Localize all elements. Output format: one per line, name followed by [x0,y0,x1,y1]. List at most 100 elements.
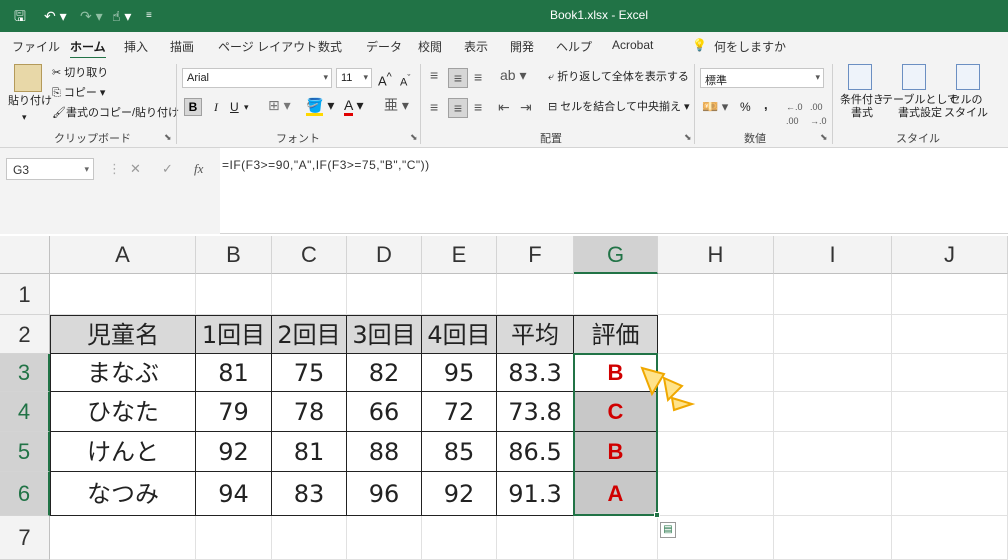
cell-f5[interactable]: 86.5 [497,432,574,472]
conditional-format-icon[interactable] [848,64,872,90]
decrease-decimal-icon[interactable]: .00 →.0 [810,100,827,128]
column-header-a[interactable]: A [50,236,196,274]
underline-button[interactable]: U [230,100,239,114]
cell-g2[interactable]: 評価 [574,315,658,354]
cell-i6[interactable] [774,472,892,516]
cell-d7[interactable] [347,516,422,560]
font-launcher-icon[interactable]: ⬊ [410,132,418,143]
cell-c3[interactable]: 75 [272,354,347,392]
cell-e4[interactable]: 72 [422,392,497,432]
number-launcher-icon[interactable]: ⬊ [820,132,828,143]
cell-g5[interactable]: B [574,432,658,472]
cell-g6[interactable]: A [574,472,658,516]
font-size-select[interactable]: 11 ▾ [336,68,372,88]
cell-e6[interactable]: 92 [422,472,497,516]
row-header-7[interactable]: 7 [0,516,50,560]
cell-a1[interactable] [50,274,196,315]
alignment-launcher-icon[interactable]: ⬊ [684,132,692,143]
cell-f6[interactable]: 91.3 [497,472,574,516]
cell-f2[interactable]: 平均 [497,315,574,354]
orientation-icon[interactable]: ab ▾ [500,68,527,82]
underline-dropdown-icon[interactable]: ▾ [244,100,249,114]
cell-i1[interactable] [774,274,892,315]
column-header-i[interactable]: I [774,236,892,274]
cell-j3[interactable] [892,354,1008,392]
cell-h5[interactable] [658,432,774,472]
column-header-h[interactable]: H [658,236,774,274]
row-header-2[interactable]: 2 [0,315,50,354]
cell-h2[interactable] [658,315,774,354]
cell-j5[interactable] [892,432,1008,472]
align-left-icon[interactable]: ≡ [430,100,438,114]
cell-j4[interactable] [892,392,1008,432]
phonetic-icon[interactable]: 亜 ▾ [384,98,409,112]
cell-b5[interactable]: 92 [196,432,272,472]
paste-dropdown-icon[interactable]: ▾ [22,110,27,124]
column-header-b[interactable]: B [196,236,272,274]
comma-button[interactable]: , [764,98,768,112]
cell-b3[interactable]: 81 [196,354,272,392]
cell-j7[interactable] [892,516,1008,560]
column-header-d[interactable]: D [347,236,422,274]
tab-developer[interactable]: 開発 [510,38,534,55]
cell-g1[interactable] [574,274,658,315]
cell-a4[interactable]: ひなた [50,392,196,432]
cell-d3[interactable]: 82 [347,354,422,392]
cut-button[interactable]: ✂ 切り取り [52,66,108,80]
cell-c1[interactable] [272,274,347,315]
cell-e3[interactable]: 95 [422,354,497,392]
cell-c6[interactable]: 83 [272,472,347,516]
increase-decimal-icon[interactable]: ←.0.00 [786,100,803,128]
bold-button[interactable]: B [184,98,202,116]
decrease-indent-icon[interactable]: ⇤ [498,100,510,114]
cell-e2[interactable]: 4回目 [422,315,497,354]
paste-icon[interactable] [14,64,42,92]
align-top-icon[interactable]: ≡ [430,68,438,82]
cell-c7[interactable] [272,516,347,560]
cell-e1[interactable] [422,274,497,315]
tab-draw[interactable]: 描画 [170,38,194,55]
cell-f4[interactable]: 73.8 [497,392,574,432]
copy-button[interactable]: ⎘ コピー ▾ [52,86,105,100]
cell-j6[interactable] [892,472,1008,516]
paste-button[interactable]: 貼り付け [8,94,52,108]
fill-color-icon[interactable]: 🪣 ▾ [306,97,334,116]
row-header-6[interactable]: 6 [0,472,50,516]
column-header-g[interactable]: G [574,236,658,274]
wrap-text-button[interactable]: ⤶ 折り返して全体を表示する [548,70,689,84]
row-header-3[interactable]: 3 [0,354,50,392]
italic-button[interactable]: I [214,100,218,114]
cell-f1[interactable] [497,274,574,315]
cell-b2[interactable]: 1回目 [196,315,272,354]
tab-review[interactable]: 校閲 [418,38,442,55]
column-header-j[interactable]: J [892,236,1008,274]
clipboard-launcher-icon[interactable]: ⬊ [164,132,172,143]
currency-icon[interactable]: 💴 ▾ [702,100,728,114]
cell-f7[interactable] [497,516,574,560]
cell-i7[interactable] [774,516,892,560]
borders-icon[interactable]: ⊞ ▾ [268,98,291,112]
cell-i4[interactable] [774,392,892,432]
quick-analysis-icon[interactable]: ▤ [660,522,676,538]
format-painter-button[interactable]: 🖌書式のコピー/貼り付け [52,106,179,120]
cell-e7[interactable] [422,516,497,560]
align-bottom-icon[interactable]: ≡ [474,70,482,84]
increase-indent-icon[interactable]: ⇥ [520,100,532,114]
cell-c2[interactable]: 2回目 [272,315,347,354]
tab-data[interactable]: データ [366,38,402,55]
cancel-icon[interactable]: ✕ [130,161,141,177]
name-box[interactable]: G3 ▾ [6,158,94,180]
tab-insert[interactable]: 挿入 [124,38,148,55]
column-header-f[interactable]: F [497,236,574,274]
row-header-4[interactable]: 4 [0,392,50,432]
cell-a5[interactable]: けんと [50,432,196,472]
cell-d1[interactable] [347,274,422,315]
tell-me-search[interactable]: 何をしますか [714,38,786,55]
spreadsheet-grid[interactable]: ABCDEFGHIJ 1234567 児童名 1回目 2回目 3回目 4回目 平均 評価 まな… [0,236,1008,560]
cell-h6[interactable] [658,472,774,516]
cell-b1[interactable] [196,274,272,315]
insert-function-button[interactable]: fx [194,161,203,177]
number-format-select[interactable]: 標準 ▾ [700,68,824,88]
row-header-5[interactable]: 5 [0,432,50,472]
column-header-c[interactable]: C [272,236,347,274]
